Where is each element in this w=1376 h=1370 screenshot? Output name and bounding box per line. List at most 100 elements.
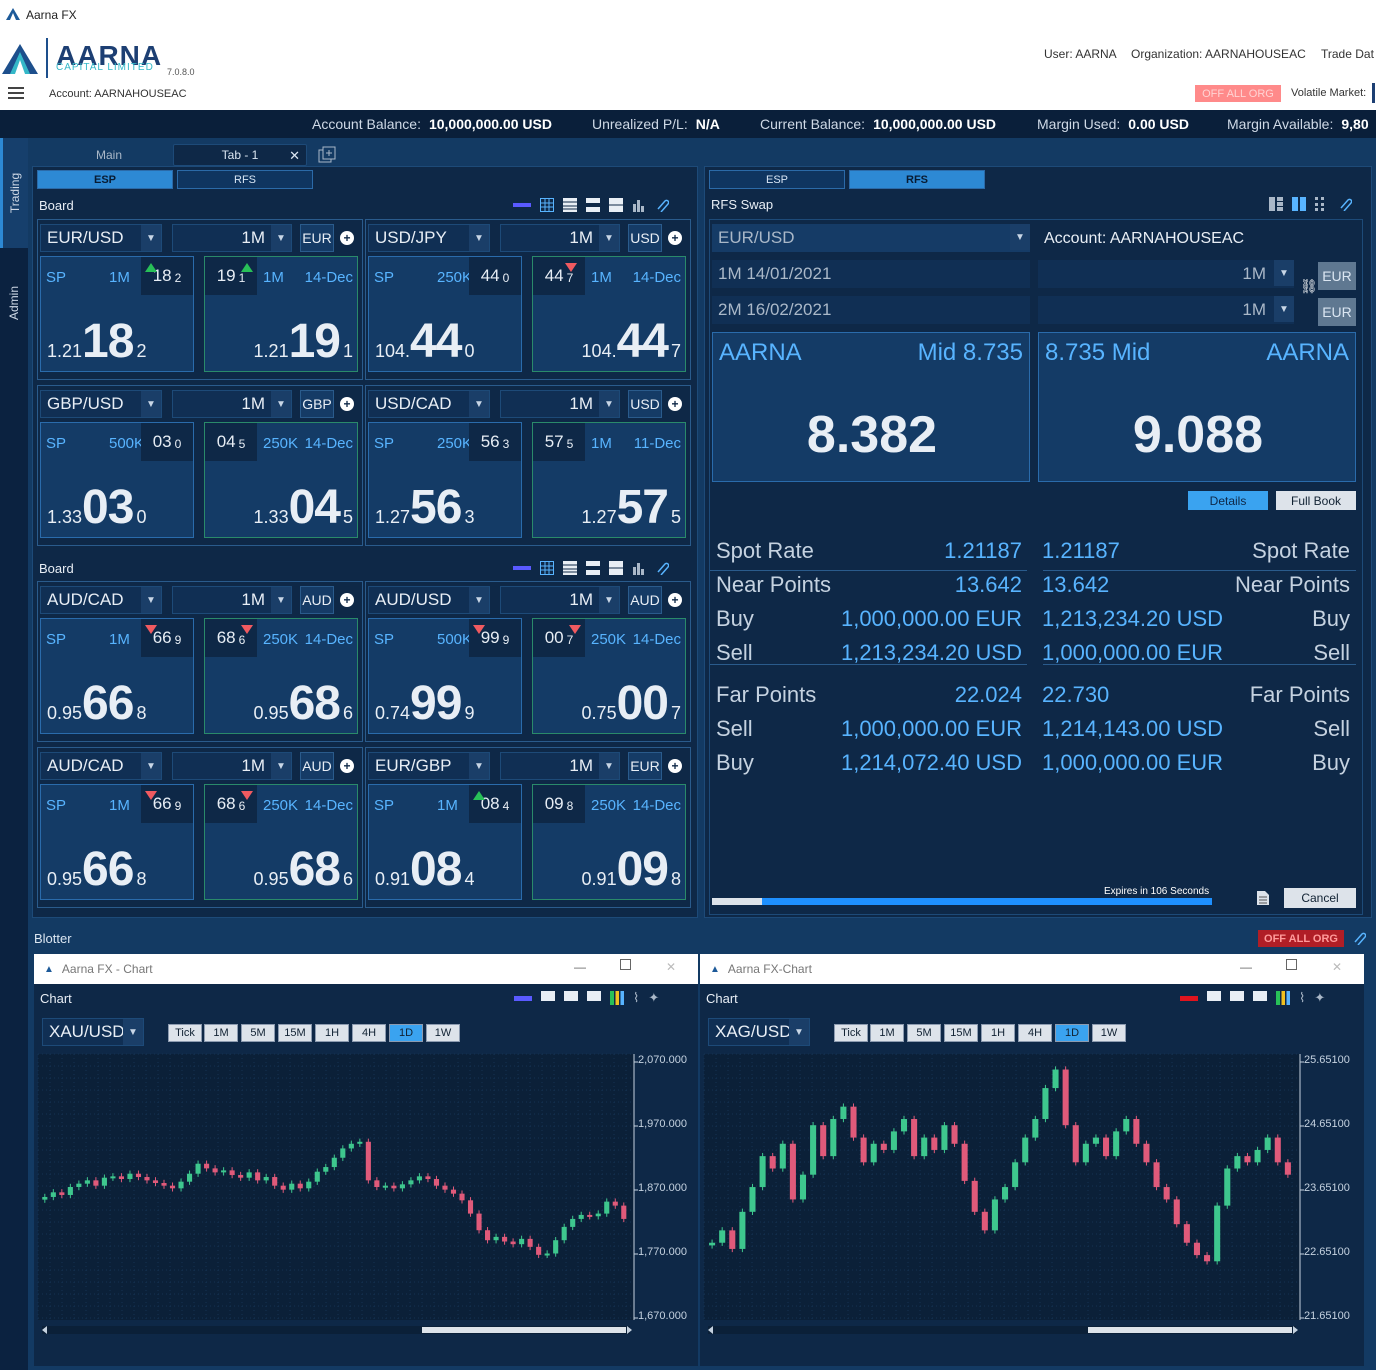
single-layout-icon[interactable]	[1269, 197, 1283, 211]
blotter-off-all-org-button[interactable]: OFF ALL ORG	[1258, 930, 1344, 947]
add-icon[interactable]: +	[340, 759, 354, 773]
dealt-ccy-button[interactable]: EUR	[628, 752, 662, 780]
tenor-select[interactable]: 1M ▼	[172, 752, 292, 780]
tab-main[interactable]: Main	[48, 144, 170, 166]
tenor-select[interactable]: 1M ▼	[500, 752, 620, 780]
dealt-ccy-button[interactable]: USD	[628, 390, 662, 418]
details-button[interactable]: Details	[1188, 491, 1268, 510]
sell-price-button[interactable]: SP 250K 44 0 104.44 0	[368, 256, 522, 372]
pair-select[interactable]: AUD/USD ▼	[368, 586, 490, 614]
pair-select[interactable]: GBP/USD ▼	[40, 390, 162, 418]
near-date-field[interactable]: 1M 14/01/2021	[712, 260, 1030, 288]
buy-price-button[interactable]: 68 6 250K 14-Dec 0.9568 6	[204, 618, 358, 734]
dealt-ccy-button[interactable]: GBP	[300, 390, 334, 418]
close-tab-icon[interactable]: ✕	[289, 148, 300, 164]
rfs-pair-select[interactable]: EUR/USD ▼	[712, 224, 1030, 252]
add-icon[interactable]: +	[668, 593, 682, 607]
dealt-ccy-button[interactable]: USD	[628, 224, 662, 252]
tenor-select[interactable]: 1M ▼	[172, 224, 292, 252]
cancel-button[interactable]: Cancel	[1284, 888, 1356, 908]
sell-price-button[interactable]: SP 1M 08 4 0.9108 4	[368, 784, 522, 900]
rfs-buy-quote[interactable]: 8.735 Mid AARNA 9.088	[1038, 332, 1356, 482]
buy-price-button[interactable]: 68 6 250K 14-Dec 0.9568 6	[204, 784, 358, 900]
sell-price-button[interactable]: SP 1M 66 9 0.9566 8	[40, 784, 194, 900]
tenor-select[interactable]: 1M ▼	[500, 224, 620, 252]
list-view-icon[interactable]	[563, 198, 577, 212]
bar-chart-icon[interactable]	[632, 198, 646, 212]
bar-chart-icon[interactable]	[632, 561, 646, 575]
buy-price-button[interactable]: 44 7 1M 14-Dec 104.44 7	[532, 256, 686, 372]
pair-select[interactable]: EUR/USD ▼	[40, 224, 162, 252]
hamburger-menu-icon[interactable]	[8, 86, 24, 100]
rfs-sell-quote[interactable]: AARNA Mid 8.735 8.382	[712, 332, 1030, 482]
tile-view-icon[interactable]	[609, 561, 623, 575]
sell-price-button[interactable]: SP 250K 56 3 1.2756 3	[368, 422, 522, 538]
rfs-esp-tab[interactable]: ESP	[709, 170, 845, 189]
esp-tab[interactable]: ESP	[37, 170, 173, 189]
add-icon[interactable]: +	[340, 231, 354, 245]
pair-select[interactable]: EUR/GBP ▼	[368, 752, 490, 780]
buy-price-button[interactable]: 00 7 250K 14-Dec 0.7500 7	[532, 618, 686, 734]
sell-price-button[interactable]: SP 1M 18 2 1.2118 2	[40, 256, 194, 372]
near-tenor-field[interactable]: 1M ▼	[1038, 260, 1294, 288]
volatile-market-toggle[interactable]	[1372, 83, 1375, 103]
grid-view-icon[interactable]	[540, 198, 554, 212]
list-view-icon[interactable]	[563, 561, 577, 575]
buy-price-button[interactable]: 19 1 1M 14-Dec 1.2119 1	[204, 256, 358, 372]
tab-tab1[interactable]: Tab - 1 ✕	[173, 144, 307, 166]
paperclip-icon[interactable]	[655, 198, 670, 213]
add-icon[interactable]: +	[668, 231, 682, 245]
tenor-select[interactable]: 1M ▼	[500, 390, 620, 418]
compact-view-icon[interactable]	[586, 561, 600, 575]
far-tenor-field[interactable]: 1M ▼	[1038, 296, 1294, 324]
rail-tab-trading[interactable]: Trading	[0, 138, 28, 248]
split-layout-icon[interactable]	[1292, 197, 1306, 211]
pair-select[interactable]: USD/JPY ▼	[368, 224, 490, 252]
far-date-field[interactable]: 2M 16/02/2021	[712, 296, 1030, 324]
link-icon[interactable]: ⛓	[1300, 278, 1318, 295]
color-marker-icon[interactable]	[513, 566, 531, 570]
dealt-ccy-button[interactable]: AUD	[300, 752, 334, 780]
paperclip-icon[interactable]	[1338, 197, 1353, 212]
grid-view-icon[interactable]	[540, 561, 554, 575]
dealt-ccy-button[interactable]: AUD	[300, 586, 334, 614]
far-ccy-button[interactable]: EUR	[1318, 298, 1356, 326]
sell-price-button[interactable]: SP 500K 99 9 0.7499 9	[368, 618, 522, 734]
paperclip-icon[interactable]	[1352, 931, 1367, 946]
tenor-select[interactable]: 1M ▼	[172, 586, 292, 614]
tenor-select[interactable]: 1M ▼	[500, 586, 620, 614]
candle-body	[1234, 1156, 1241, 1169]
chart-scrollbar-thumb[interactable]	[422, 1327, 626, 1333]
document-icon[interactable]	[1256, 890, 1270, 906]
rfs-rfs-tab[interactable]: RFS	[849, 170, 985, 189]
add-icon[interactable]: +	[668, 397, 682, 411]
sell-price-button[interactable]: SP 1M 66 9 0.9566 8	[40, 618, 194, 734]
add-icon[interactable]: +	[340, 397, 354, 411]
color-marker-icon[interactable]	[513, 203, 531, 207]
chart-scrollbar-thumb[interactable]	[1088, 1327, 1292, 1333]
dealt-ccy-button[interactable]: AUD	[628, 586, 662, 614]
tile-view-icon[interactable]	[609, 198, 623, 212]
full-book-button[interactable]: Full Book	[1276, 491, 1356, 510]
sell-price-button[interactable]: SP 500K 03 0 1.3303 0	[40, 422, 194, 538]
add-icon[interactable]: +	[340, 593, 354, 607]
tenor-select[interactable]: 1M ▼	[172, 390, 292, 418]
pair-select[interactable]: USD/CAD ▼	[368, 390, 490, 418]
near-ccy-button[interactable]: EUR	[1318, 262, 1356, 290]
buy-price-button[interactable]: 09 8 250K 14-Dec 0.9109 8	[532, 784, 686, 900]
pair-select[interactable]: AUD/CAD ▼	[40, 586, 162, 614]
buy-price-button[interactable]: 04 5 250K 14-Dec 1.3304 5	[204, 422, 358, 538]
off-all-org-button[interactable]: OFF ALL ORG	[1195, 85, 1281, 102]
buy-price-big: 04	[288, 481, 341, 534]
grid-layout-icon[interactable]	[1315, 197, 1329, 211]
paperclip-icon[interactable]	[655, 561, 670, 576]
compact-view-icon[interactable]	[586, 198, 600, 212]
rfs-tab[interactable]: RFS	[177, 170, 313, 189]
rail-tab-admin[interactable]: Admin	[0, 258, 28, 348]
pair-select[interactable]: AUD/CAD ▼	[40, 752, 162, 780]
new-tab-icon[interactable]	[318, 146, 336, 164]
dealt-ccy-button[interactable]: EUR	[300, 224, 334, 252]
buy-price-button[interactable]: 57 5 1M 11-Dec 1.2757 5	[532, 422, 686, 538]
add-icon[interactable]: +	[668, 759, 682, 773]
candle-body	[127, 1173, 133, 1180]
